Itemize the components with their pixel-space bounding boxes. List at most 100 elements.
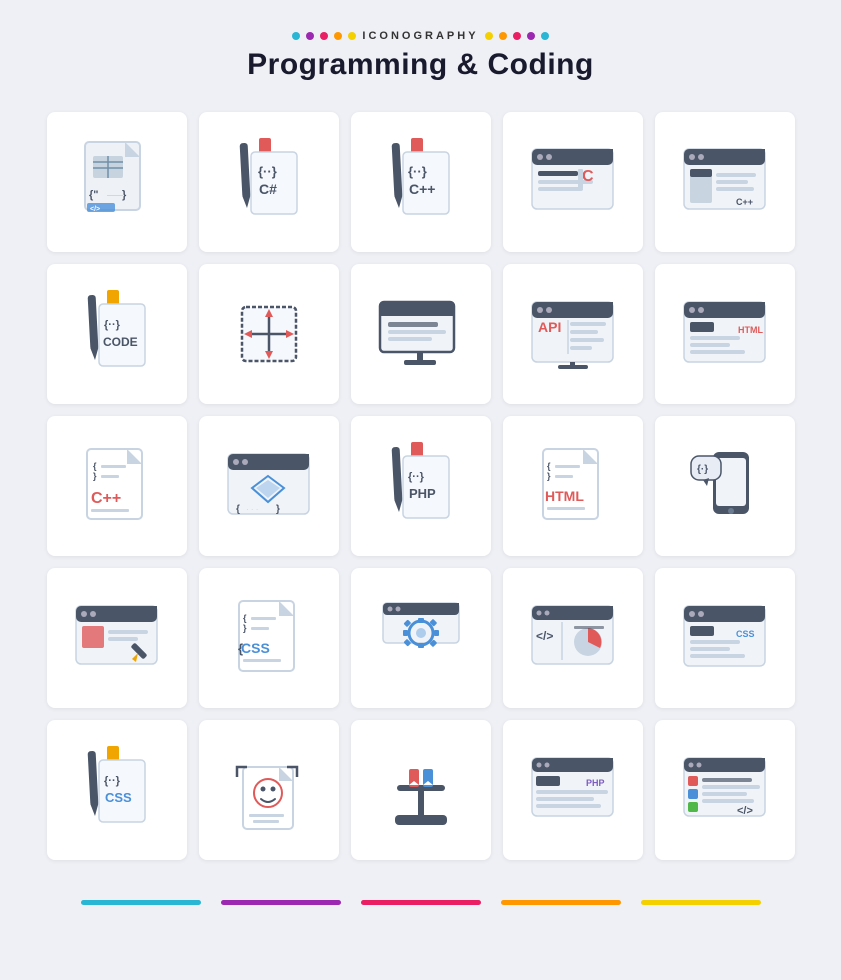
brand-dot-7: [499, 32, 507, 40]
svg-text:{: {: [236, 504, 240, 515]
svg-text:</>: </>: [90, 206, 100, 213]
svg-text:C#: C#: [259, 181, 277, 197]
icon-card-18[interactable]: [351, 568, 491, 708]
icon-css-browser: CSS: [680, 593, 770, 683]
icon-web-edit: [72, 593, 162, 683]
svg-text:C: C: [582, 168, 594, 185]
icon-card-5[interactable]: C++: [655, 112, 795, 252]
svg-text:CSS: CSS: [105, 790, 132, 805]
icon-code-file-2: {··} CODE: [72, 289, 162, 379]
svg-text:PHP: PHP: [409, 486, 436, 501]
icon-php-browser: PHP: [528, 745, 618, 835]
icon-card-23[interactable]: [351, 720, 491, 860]
brand-dot-10: [541, 32, 549, 40]
icon-card-22[interactable]: [199, 720, 339, 860]
svg-text:· · ·: · · ·: [246, 505, 258, 514]
icon-monitor: [376, 289, 466, 379]
icon-card-4[interactable]: C: [503, 112, 643, 252]
svg-text:{··}: {··}: [408, 164, 427, 179]
svg-text:{: {: [243, 613, 247, 623]
footer-bar-1: [81, 900, 201, 905]
icon-cpp-doc: { } C++: [72, 441, 162, 531]
icon-card-19[interactable]: </>: [503, 568, 643, 708]
icon-csharp: {··} C#: [224, 137, 314, 227]
icon-card-12[interactable]: { · · · }: [199, 416, 339, 556]
svg-text:CSS: CSS: [241, 640, 270, 656]
brand-bar: ICONOGRAPHY: [247, 30, 594, 42]
icon-card-17[interactable]: { } CSS {: [199, 568, 339, 708]
svg-text:</>: </>: [737, 805, 753, 817]
svg-text:{··}: {··}: [104, 319, 121, 331]
svg-text:C++: C++: [91, 490, 121, 507]
icon-html-browser: HTML: [680, 289, 770, 379]
icon-card-24[interactable]: PHP: [503, 720, 643, 860]
icon-css-doc: { } CSS {: [224, 593, 314, 683]
icon-code-file: {" —— } </>: [72, 137, 162, 227]
svg-text:</>: </>: [536, 629, 553, 643]
icon-card-20[interactable]: CSS: [655, 568, 795, 708]
icon-card-1[interactable]: {" —— } </>: [47, 112, 187, 252]
icon-card-13[interactable]: {··} PHP: [351, 416, 491, 556]
icon-card-10[interactable]: HTML: [655, 264, 795, 404]
icon-card-16[interactable]: [47, 568, 187, 708]
icon-code-stand: [376, 745, 466, 835]
brand-dot-6: [485, 32, 493, 40]
footer-bar-3: [361, 900, 481, 905]
svg-text:}: }: [122, 189, 127, 201]
svg-text:{": {": [89, 189, 99, 201]
icon-grid: {" —— } </> {··} C: [47, 112, 795, 860]
brand-title: ICONOGRAPHY: [362, 30, 478, 42]
icon-php-file: {··} PHP: [376, 441, 466, 531]
icon-api-browser: API: [528, 289, 618, 379]
icon-expand: [224, 289, 314, 379]
icon-settings: [376, 593, 466, 683]
footer-bars: [81, 900, 761, 905]
icon-card-6[interactable]: {··} CODE: [47, 264, 187, 404]
icon-card-9[interactable]: API: [503, 264, 643, 404]
icon-card-7[interactable]: [199, 264, 339, 404]
svg-text:{··}: {··}: [104, 775, 121, 787]
footer-bar-5: [641, 900, 761, 905]
page-title: Programming & Coding: [247, 48, 594, 82]
icon-card-15[interactable]: {·}: [655, 416, 795, 556]
icon-card-14[interactable]: { } HTML: [503, 416, 643, 556]
icon-card-21[interactable]: {··} CSS: [47, 720, 187, 860]
icon-card-3[interactable]: {··} C++: [351, 112, 491, 252]
icon-web-code: </>: [528, 593, 618, 683]
icon-ar-doc: [224, 745, 314, 835]
brand-dot-2: [306, 32, 314, 40]
icon-cpp-browser: C++: [680, 137, 770, 227]
svg-text:C++: C++: [409, 181, 435, 197]
svg-text:CODE: CODE: [103, 335, 138, 349]
icon-code-file-3: </>: [680, 745, 770, 835]
svg-text:API: API: [538, 319, 561, 335]
brand-dot-8: [513, 32, 521, 40]
brand-dot-4: [334, 32, 342, 40]
icon-cpp-file: {··} C++: [376, 137, 466, 227]
svg-text:HTML: HTML: [545, 488, 584, 504]
svg-text:{: {: [547, 461, 551, 471]
icon-c-browser: C: [528, 137, 618, 227]
brand-dot-1: [292, 32, 300, 40]
svg-text:}: }: [93, 471, 97, 481]
svg-text:}: }: [243, 623, 247, 633]
svg-text:{··}: {··}: [258, 164, 277, 179]
icon-dart-window: { · · · }: [224, 441, 314, 531]
page-header: ICONOGRAPHY Programming & Coding: [247, 30, 594, 82]
icon-mobile-code: {·}: [680, 441, 770, 531]
svg-text:{·}: {·}: [697, 464, 708, 475]
footer-bar-2: [221, 900, 341, 905]
brand-dot-9: [527, 32, 535, 40]
footer-bar-4: [501, 900, 621, 905]
icon-card-11[interactable]: { } C++: [47, 416, 187, 556]
svg-text:CSS: CSS: [736, 629, 755, 639]
svg-text:{: {: [93, 461, 97, 471]
svg-text:{··}: {··}: [408, 471, 425, 483]
icon-html-doc: { } HTML: [528, 441, 618, 531]
brand-dot-3: [320, 32, 328, 40]
icon-card-2[interactable]: {··} C#: [199, 112, 339, 252]
icon-card-25[interactable]: </>: [655, 720, 795, 860]
svg-text:——: ——: [107, 191, 123, 200]
svg-text:}: }: [276, 504, 280, 515]
icon-card-8[interactable]: [351, 264, 491, 404]
